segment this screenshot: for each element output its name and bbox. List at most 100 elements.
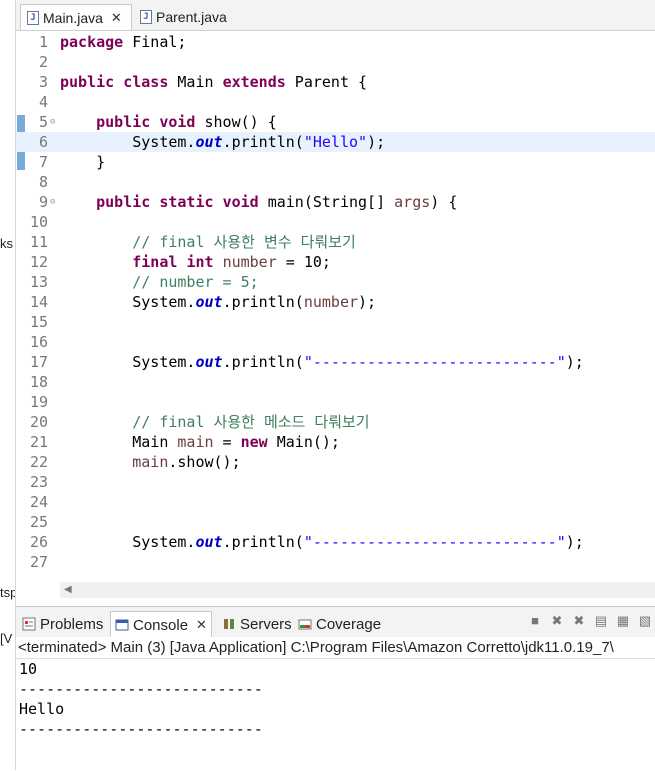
code-line: 9 ⊖ public static void main(String[] args… xyxy=(16,192,655,212)
line-number: 18 xyxy=(29,373,48,391)
coverage-icon xyxy=(298,619,312,630)
code-editor[interactable]: J Main.java ✕ J Parent.java 1 package Fin… xyxy=(16,0,655,605)
scroll-left-icon[interactable]: ◀ xyxy=(64,584,72,595)
tab-parent-java[interactable]: J Parent.java xyxy=(134,4,238,30)
code-line: 18 xyxy=(16,372,655,392)
code-line: 28 xyxy=(16,572,655,576)
console-line: Hello xyxy=(19,700,65,718)
tab-label: Coverage xyxy=(316,615,382,633)
code-area[interactable]: 1 package Final; 2 3 public class Main ext… xyxy=(16,32,655,576)
line-number: 6 xyxy=(38,133,48,151)
line-number: 4 xyxy=(38,93,48,111)
line-number: 25 xyxy=(29,513,48,531)
bottom-panel: Problems Console ✕ Servers Coverage ■ ✖ … xyxy=(16,606,655,771)
code-line: 15 xyxy=(16,312,655,332)
word-wrap-icon[interactable]: ▧ xyxy=(637,613,653,629)
code-line: 23 xyxy=(16,472,655,492)
code-line: 19 xyxy=(16,392,655,412)
fold-icon[interactable]: ⊖ xyxy=(50,112,55,132)
servers-icon xyxy=(224,619,234,629)
code-line: 8 xyxy=(16,172,655,192)
code-line: 21 Main main = new Main(); xyxy=(16,432,655,452)
remove-all-icon[interactable]: ✖ xyxy=(571,613,587,629)
code-line: 24 xyxy=(16,492,655,512)
tab-problems[interactable]: Problems xyxy=(22,611,103,637)
console-line: --------------------------- xyxy=(19,720,263,738)
code-line: 7 } xyxy=(16,152,655,172)
line-number: 1 xyxy=(38,33,48,51)
clear-console-icon[interactable]: ▤ xyxy=(593,613,609,629)
line-number: 21 xyxy=(29,433,48,451)
tab-main-java[interactable]: J Main.java ✕ xyxy=(20,4,132,30)
horizontal-scrollbar[interactable]: ◀ xyxy=(60,582,655,598)
java-file-icon: J xyxy=(27,10,39,25)
line-number: 20 xyxy=(29,413,48,431)
code-line: 2 xyxy=(16,52,655,72)
close-icon[interactable]: ✕ xyxy=(196,617,207,633)
java-file-icon: J xyxy=(140,10,152,24)
code-line: 13 // number = 5; xyxy=(16,272,655,292)
console-output[interactable]: 10 --------------------------- Hello ---… xyxy=(16,659,655,771)
tab-label: Problems xyxy=(40,615,104,633)
left-view-strip: ks tsp [V xyxy=(0,0,16,770)
line-number: 10 xyxy=(29,213,48,231)
line-number: 11 xyxy=(29,233,48,251)
line-number: 12 xyxy=(29,253,48,271)
tab-label: Main.java xyxy=(43,9,103,26)
remove-launch-icon[interactable]: ✖ xyxy=(549,613,565,629)
scroll-lock-icon[interactable]: ▦ xyxy=(615,613,631,629)
fold-icon[interactable]: ⊖ xyxy=(50,192,55,212)
line-number: 3 xyxy=(38,73,48,91)
code-line: 25 xyxy=(16,512,655,532)
code-line: 10 xyxy=(16,212,655,232)
problems-icon xyxy=(22,617,36,631)
code-line: 11 // final 사용한 변수 다뤄보기 xyxy=(16,232,655,252)
tab-coverage[interactable]: Coverage xyxy=(298,611,381,637)
tab-label: Console xyxy=(133,616,189,634)
line-number: 7 xyxy=(38,153,48,171)
code-line: 5 ⊖ public void show() { xyxy=(16,112,655,132)
line-number: 23 xyxy=(29,473,48,491)
console-status: <terminated> Main (3) [Java Application]… xyxy=(16,637,655,659)
left-strip-fragment: tsp xyxy=(0,585,16,600)
line-number: 28 xyxy=(16,572,48,576)
line-number: 2 xyxy=(38,53,48,71)
code-line: 16 xyxy=(16,332,655,352)
code-line: 27 xyxy=(16,552,655,572)
tab-label: Servers xyxy=(240,615,292,633)
code-line: 1 package Final; xyxy=(16,32,655,52)
line-number: 26 xyxy=(29,533,48,551)
code-line-current: 6 System.out.println("Hello"); xyxy=(16,132,655,152)
editor-tabbar: J Main.java ✕ J Parent.java xyxy=(16,0,655,31)
console-icon xyxy=(115,619,129,631)
code-line: 14 System.out.println(number); xyxy=(16,292,655,312)
line-number: 19 xyxy=(29,393,48,411)
line-number: 14 xyxy=(29,293,48,311)
line-number: 22 xyxy=(29,453,48,471)
line-number: 5 xyxy=(38,113,48,131)
console-line: 10 xyxy=(19,660,38,678)
line-number: 16 xyxy=(29,333,48,351)
line-number: 8 xyxy=(38,173,48,191)
left-strip-fragment: [V xyxy=(0,631,13,646)
console-toolbar: ■ ✖ ✖ ▤ ▦ ▧ xyxy=(527,613,653,629)
line-number: 15 xyxy=(29,313,48,331)
panel-tabbar: Problems Console ✕ Servers Coverage ■ ✖ … xyxy=(16,607,655,638)
code-line: 4 xyxy=(16,92,655,112)
code-line: 26 System.out.println("-----------------… xyxy=(16,532,655,552)
code-line: 17 System.out.println("-----------------… xyxy=(16,352,655,372)
tab-console[interactable]: Console ✕ xyxy=(110,611,212,638)
line-number: 27 xyxy=(29,553,48,571)
code-line: 22 main.show(); xyxy=(16,452,655,472)
line-number: 13 xyxy=(29,273,48,291)
left-strip-fragment: ks xyxy=(0,236,13,251)
code-line: 20 // final 사용한 메소드 다뤄보기 xyxy=(16,412,655,432)
code-line: 12 final int number = 10; xyxy=(16,252,655,272)
code-line: 3 public class Main extends Parent { xyxy=(16,72,655,92)
terminate-icon[interactable]: ■ xyxy=(527,613,543,629)
console-line: --------------------------- xyxy=(19,680,263,698)
tab-servers[interactable]: Servers xyxy=(222,611,292,637)
line-number: 17 xyxy=(29,353,48,371)
tab-label: Parent.java xyxy=(156,9,227,25)
close-icon[interactable]: ✕ xyxy=(111,10,122,26)
